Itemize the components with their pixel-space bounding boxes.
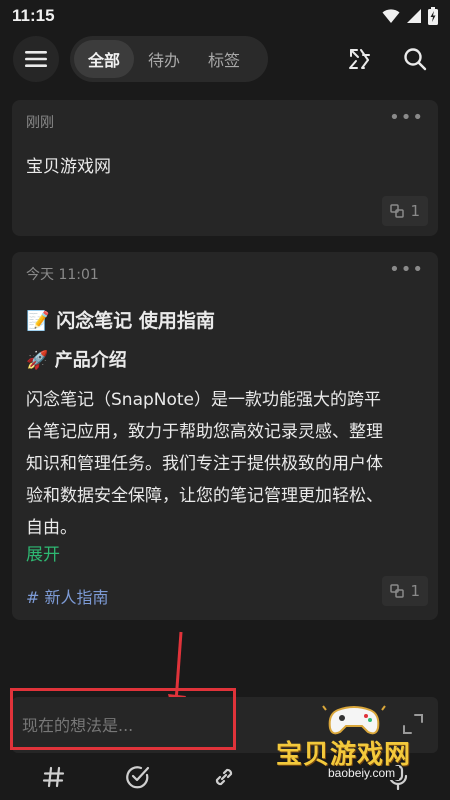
hamburger-icon — [25, 51, 47, 67]
status-icons — [382, 7, 438, 25]
note-body: 闪念笔记（SnapNote）是一款功能强大的跨平 台笔记应用，致力于帮助您高效记… — [26, 384, 424, 544]
rocket-emoji-icon: 🚀 — [26, 350, 49, 371]
note-heading-text: 产品介绍 — [54, 350, 127, 371]
note-body-line: 闪念笔记（SnapNote）是一款功能强大的跨平 — [26, 390, 382, 410]
note-time: 刚刚 — [26, 115, 54, 131]
link-button[interactable] — [210, 763, 238, 791]
check-circle-icon — [126, 766, 150, 789]
sync-button[interactable] — [346, 45, 374, 73]
menu-button[interactable] — [13, 36, 59, 82]
voice-button[interactable] — [384, 763, 412, 791]
note-card[interactable]: 刚刚 ••• 宝贝游戏网 1 — [12, 100, 438, 236]
tab-all[interactable]: 全部 — [74, 40, 135, 78]
composer — [12, 697, 438, 753]
tab-todo[interactable]: 待办 — [134, 40, 194, 78]
reference-count[interactable]: 1 — [382, 576, 428, 606]
search-icon — [404, 48, 427, 71]
status-time: 11:15 — [12, 6, 55, 25]
status-bar: 11:15 — [0, 0, 450, 32]
link-icon — [215, 768, 233, 786]
expand-link[interactable]: 展开 — [26, 540, 424, 565]
note-body-line: 验和数据安全保障，让您的笔记管理更加轻松、 — [26, 486, 383, 506]
link-ref-icon — [390, 584, 405, 598]
tag-button[interactable] — [40, 763, 68, 791]
microphone-icon — [388, 764, 408, 790]
more-options-icon[interactable]: ••• — [389, 259, 424, 280]
expand-icon[interactable] — [402, 713, 424, 735]
tag-chip[interactable]: # 新人指南 — [26, 584, 424, 608]
thought-input[interactable] — [22, 707, 322, 743]
more-options-icon[interactable]: ••• — [389, 107, 424, 128]
battery-icon — [428, 7, 438, 25]
reference-count[interactable]: 1 — [382, 196, 428, 226]
note-time: 今天 11:01 — [26, 267, 99, 283]
bottom-toolbar — [0, 755, 450, 800]
link-ref-icon — [390, 204, 405, 218]
memo-emoji-icon: 📝 — [26, 310, 50, 332]
hashtag-icon — [42, 766, 65, 788]
filter-tabs: 全部 待办 标签 — [70, 36, 268, 82]
todo-button[interactable] — [124, 763, 152, 791]
signal-icon — [407, 9, 421, 23]
tab-tags[interactable]: 标签 — [194, 40, 254, 78]
note-heading: 🚀 产品介绍 — [26, 346, 424, 372]
wifi-icon — [382, 9, 400, 23]
top-toolbar: 全部 待办 标签 — [0, 34, 450, 84]
search-button[interactable] — [401, 45, 429, 73]
note-card[interactable]: 今天 11:01 ••• 📝 闪念笔记 使用指南 🚀 产品介绍 闪念笔记（Sna… — [12, 252, 438, 620]
note-title-text: 闪念笔记 使用指南 — [56, 310, 215, 332]
note-content: 宝贝游戏网 — [26, 157, 111, 177]
note-body-line: 台笔记应用，致力于帮助您高效记录灵感、整理 — [26, 422, 383, 442]
reference-count-value: 1 — [410, 582, 420, 600]
reference-count-value: 1 — [410, 202, 420, 220]
sync-icon — [349, 49, 370, 69]
note-title: 📝 闪念笔记 使用指南 — [26, 306, 424, 333]
note-body-line: 知识和管理任务。我们专注于提供极致的用户体 — [26, 454, 383, 474]
